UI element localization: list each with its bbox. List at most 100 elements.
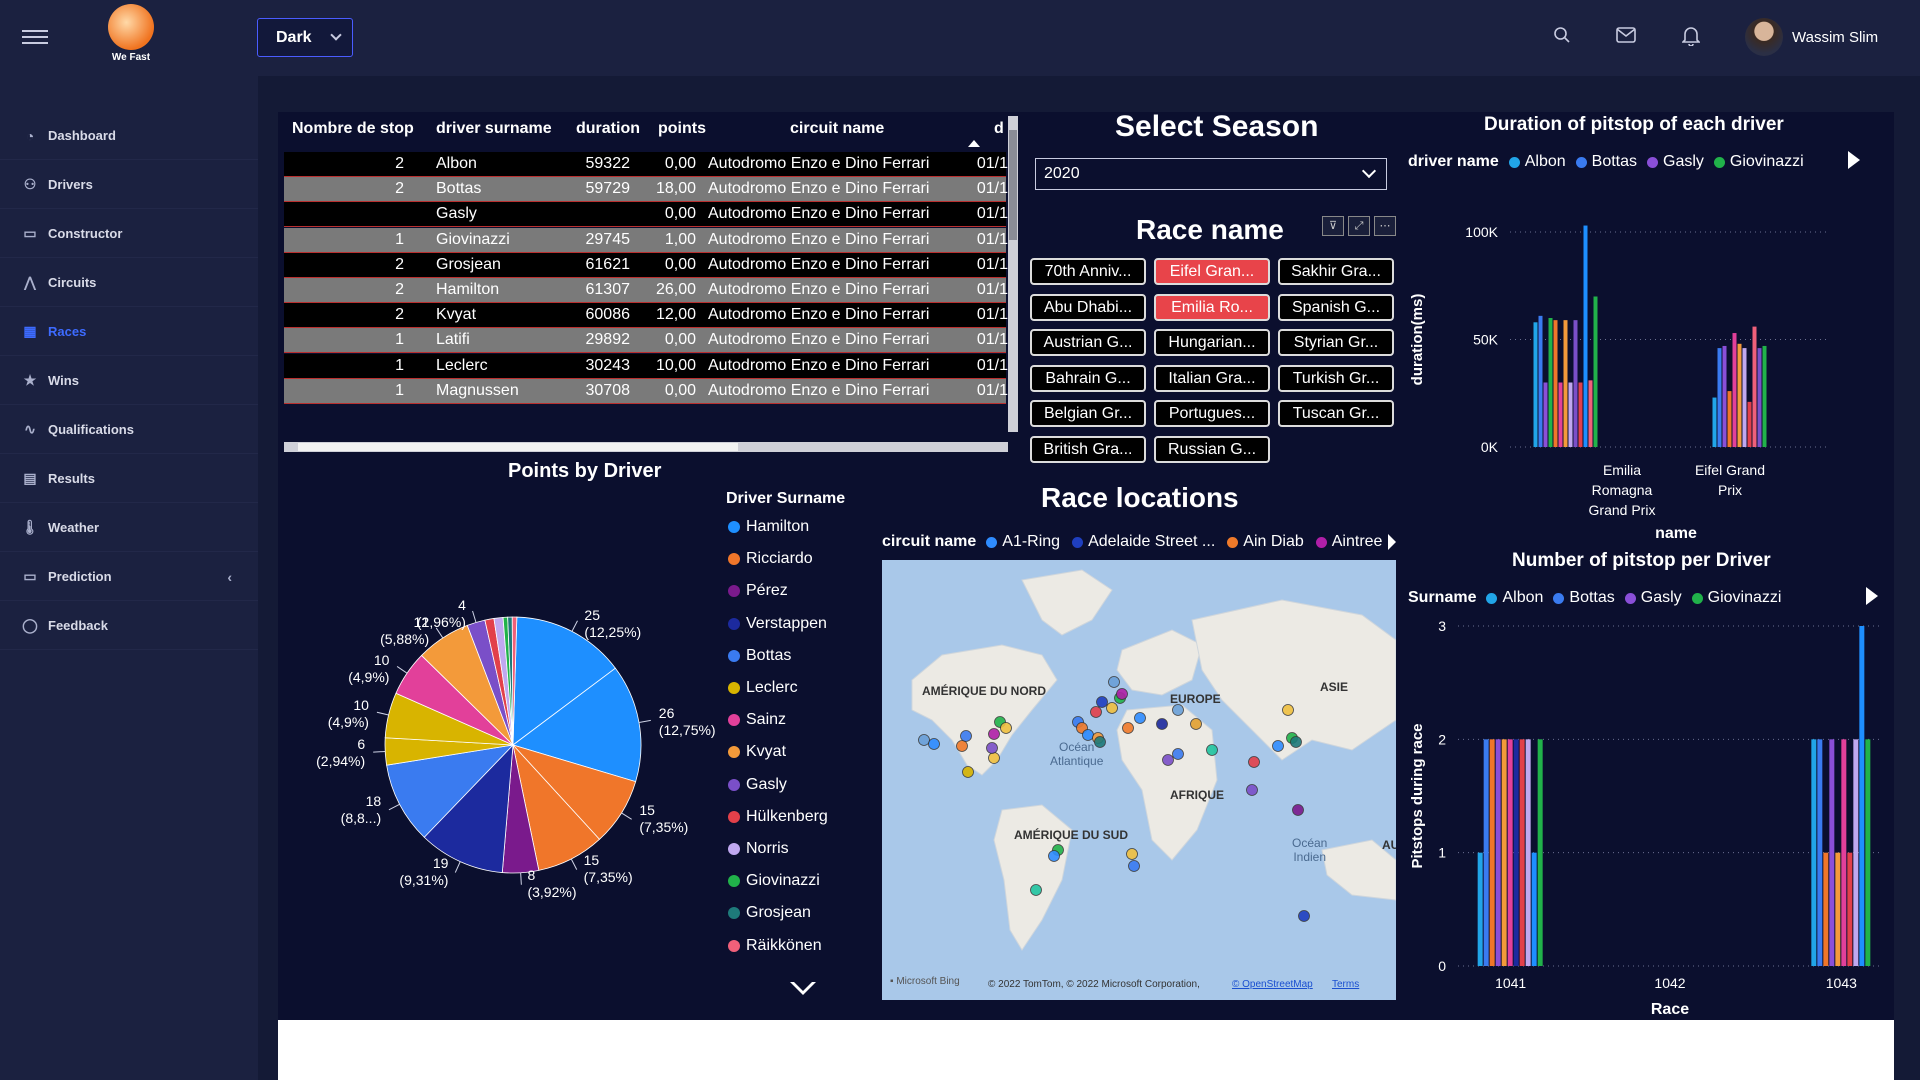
more-options-icon[interactable]: ⋯ bbox=[1374, 216, 1396, 236]
vertical-scrollbar[interactable] bbox=[1008, 116, 1018, 432]
circuit-marker[interactable] bbox=[1122, 722, 1134, 734]
sidebar-item-constructor[interactable]: ▭ Constructor bbox=[0, 210, 258, 258]
bar[interactable] bbox=[1553, 320, 1558, 447]
legend-item[interactable]: Ricciardo bbox=[728, 550, 813, 568]
circuit-marker[interactable] bbox=[1272, 740, 1284, 752]
table-row[interactable]: Gasly 0,00 Autodromo Enzo e Dino Ferrari 01… bbox=[284, 202, 1008, 228]
bar[interactable] bbox=[1501, 739, 1507, 966]
bar[interactable] bbox=[1483, 739, 1489, 966]
circuit-marker[interactable] bbox=[1172, 748, 1184, 760]
legend-item[interactable]: Bottas bbox=[728, 647, 791, 665]
bar[interactable] bbox=[1752, 326, 1757, 447]
circuit-marker[interactable] bbox=[1108, 676, 1120, 688]
circuit-marker[interactable] bbox=[1090, 706, 1102, 718]
legend-next-icon[interactable] bbox=[1848, 151, 1860, 169]
sidebar-item-weather[interactable]: 🌡︎ Weather bbox=[0, 504, 258, 552]
bar[interactable] bbox=[1538, 315, 1543, 447]
race-button[interactable]: Portugues... bbox=[1154, 400, 1270, 427]
focus-mode-icon[interactable]: ⤢ bbox=[1348, 216, 1370, 236]
legend-item[interactable]: Norris bbox=[728, 840, 789, 858]
bar[interactable] bbox=[1543, 382, 1548, 448]
race-button[interactable]: Eifel Gran... bbox=[1154, 258, 1270, 285]
bar[interactable] bbox=[1829, 739, 1835, 966]
bar[interactable] bbox=[1513, 739, 1519, 966]
circuit-marker[interactable] bbox=[1134, 712, 1146, 724]
bar[interactable] bbox=[1531, 852, 1537, 966]
bar[interactable] bbox=[1489, 739, 1495, 966]
circuit-marker[interactable] bbox=[1246, 784, 1258, 796]
circuit-marker[interactable] bbox=[1106, 702, 1118, 714]
circuit-markers[interactable] bbox=[882, 560, 1396, 1000]
mail-icon[interactable] bbox=[1615, 26, 1637, 48]
bar[interactable] bbox=[1742, 348, 1747, 447]
legend-item[interactable]: Gasly bbox=[1641, 589, 1682, 607]
legend-item[interactable]: Räikkönen bbox=[728, 937, 822, 955]
table-row[interactable]: 2 Albon 59322 0,00 Autodromo Enzo e Dino Fer… bbox=[284, 152, 1008, 177]
bar[interactable] bbox=[1722, 345, 1727, 447]
table-row[interactable]: 1 Magnussen 30708 0,00 Autodromo Enzo e Dino… bbox=[284, 378, 1008, 404]
legend-item[interactable]: Giovinazzi bbox=[728, 872, 820, 890]
legend-item[interactable]: Bottas bbox=[1569, 589, 1614, 607]
bar[interactable] bbox=[1477, 852, 1483, 966]
circuit-marker[interactable] bbox=[956, 740, 968, 752]
bar[interactable] bbox=[1573, 320, 1578, 447]
circuit-marker[interactable] bbox=[1290, 736, 1302, 748]
bar[interactable] bbox=[1507, 739, 1513, 966]
user-name[interactable]: Wassim Slim bbox=[1792, 29, 1878, 46]
circuit-marker[interactable] bbox=[1126, 848, 1138, 860]
pitstop-table[interactable]: Nombre de stop driver surname duration p… bbox=[284, 116, 1018, 456]
legend-item[interactable]: Leclerc bbox=[728, 679, 798, 697]
bar[interactable] bbox=[1533, 322, 1538, 447]
sidebar-item-results[interactable]: ▤ Results bbox=[0, 455, 258, 503]
chevron-left-icon[interactable]: ‹ bbox=[227, 569, 232, 585]
table-row[interactable]: 2 Grosjean 61621 0,00 Autodromo Enzo e Dino … bbox=[284, 252, 1008, 278]
bar[interactable] bbox=[1568, 382, 1573, 448]
circuit-marker[interactable] bbox=[1000, 722, 1012, 734]
bar[interactable] bbox=[1548, 318, 1553, 447]
bar[interactable] bbox=[1859, 626, 1865, 966]
bar[interactable] bbox=[1519, 739, 1525, 966]
legend-item[interactable]: Grosjean bbox=[728, 904, 811, 922]
season-dropdown[interactable]: 2020 bbox=[1035, 158, 1387, 190]
circuit-marker[interactable] bbox=[1282, 704, 1294, 716]
race-button[interactable]: Belgian Gr... bbox=[1030, 400, 1146, 427]
circuit-marker[interactable] bbox=[1172, 704, 1184, 716]
points-by-driver-pie[interactable] bbox=[373, 610, 651, 885]
race-button[interactable]: Russian G... bbox=[1154, 435, 1270, 463]
race-button[interactable]: Hungarian... bbox=[1154, 329, 1270, 356]
bar[interactable] bbox=[1762, 345, 1767, 447]
table-row[interactable]: 2 Hamilton 61307 26,00 Autodromo Enzo e Dino… bbox=[284, 278, 1008, 303]
table-row[interactable]: 1 Leclerc 30243 10,00 Autodromo Enzo e Dino … bbox=[284, 353, 1008, 379]
bar[interactable] bbox=[1495, 739, 1501, 966]
circuit-marker[interactable] bbox=[918, 734, 930, 746]
legend-item[interactable]: Pérez bbox=[728, 582, 788, 600]
bar[interactable] bbox=[1865, 739, 1871, 966]
sidebar-item-feedback[interactable]: ◯ Feedback bbox=[0, 602, 258, 650]
bar[interactable] bbox=[1823, 852, 1829, 966]
horizontal-scrollbar[interactable] bbox=[284, 442, 1008, 452]
bar[interactable] bbox=[1757, 348, 1762, 447]
circuit-marker[interactable] bbox=[962, 766, 974, 778]
bar[interactable] bbox=[1588, 380, 1593, 447]
column-header[interactable]: Nombre de stop bbox=[292, 120, 414, 138]
bar[interactable] bbox=[1525, 739, 1531, 966]
race-button[interactable]: 70th Anniv... bbox=[1030, 258, 1146, 285]
circuit-marker[interactable] bbox=[960, 730, 972, 742]
column-header[interactable]: circuit name bbox=[790, 120, 884, 138]
legend-next-icon[interactable] bbox=[1866, 587, 1878, 605]
circuit-marker[interactable] bbox=[1128, 860, 1140, 872]
circuit-marker[interactable] bbox=[1292, 804, 1304, 816]
race-button[interactable]: Tuscan Gr... bbox=[1278, 400, 1394, 427]
circuit-marker[interactable] bbox=[1190, 718, 1202, 730]
race-button[interactable]: Italian Gra... bbox=[1154, 364, 1270, 392]
circuit-marker[interactable] bbox=[1162, 754, 1174, 766]
circuit-marker[interactable] bbox=[928, 738, 940, 750]
legend-item[interactable]: Gasly bbox=[1663, 153, 1704, 171]
circuit-marker[interactable] bbox=[1030, 884, 1042, 896]
circuit-marker[interactable] bbox=[1206, 744, 1218, 756]
column-header[interactable]: driver surname bbox=[436, 120, 552, 138]
sidebar-item-drivers[interactable]: ⚇ Drivers bbox=[0, 161, 258, 209]
column-header[interactable]: d bbox=[994, 120, 1004, 138]
table-row[interactable]: 1 Giovinazzi 29745 1,00 Autodromo Enzo e Din… bbox=[284, 227, 1008, 253]
bar[interactable] bbox=[1578, 382, 1583, 448]
